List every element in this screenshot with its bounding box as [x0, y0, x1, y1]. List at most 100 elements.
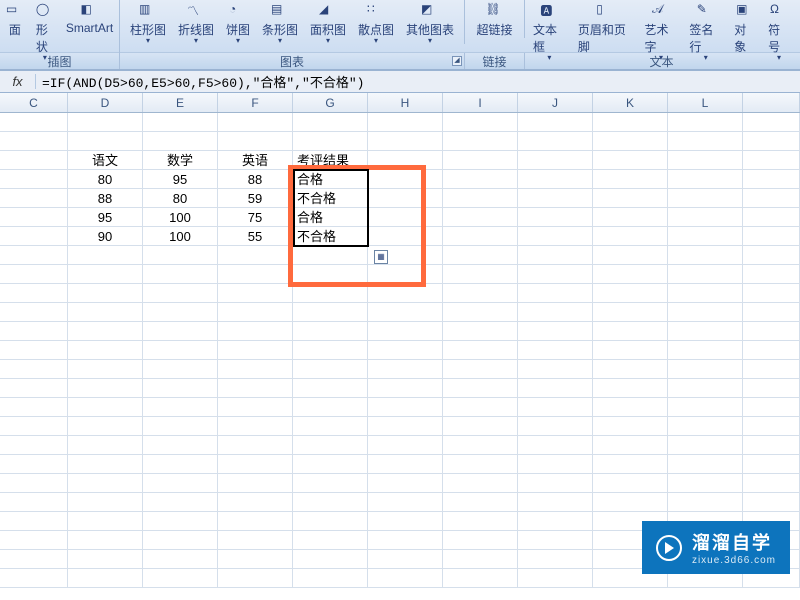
cell[interactable] — [0, 512, 68, 530]
cell[interactable] — [443, 379, 518, 397]
ribbon-btn-pane[interactable]: ▭面 — [0, 0, 30, 61]
cell[interactable] — [593, 493, 668, 511]
cell[interactable] — [593, 113, 668, 131]
cell[interactable]: 75 — [218, 208, 293, 226]
cell[interactable] — [0, 189, 68, 207]
cell[interactable] — [368, 132, 443, 150]
cell[interactable] — [518, 265, 593, 283]
table-row[interactable] — [0, 474, 800, 493]
cell[interactable] — [293, 455, 368, 473]
cell[interactable] — [593, 474, 668, 492]
cell[interactable] — [293, 512, 368, 530]
col-header[interactable]: E — [143, 93, 218, 112]
table-row[interactable]: 9010055不合格 — [0, 227, 800, 246]
cell[interactable]: 合格 — [293, 170, 368, 188]
cell[interactable] — [443, 227, 518, 245]
table-row[interactable]: 888059不合格 — [0, 189, 800, 208]
table-row[interactable] — [0, 436, 800, 455]
cell[interactable] — [143, 569, 218, 587]
cell[interactable] — [68, 417, 143, 435]
cell[interactable] — [668, 132, 743, 150]
cell[interactable] — [218, 569, 293, 587]
cell[interactable] — [668, 398, 743, 416]
cell[interactable] — [593, 322, 668, 340]
cell[interactable] — [443, 322, 518, 340]
cell[interactable] — [293, 341, 368, 359]
cell[interactable] — [668, 151, 743, 169]
cell[interactable] — [368, 113, 443, 131]
cell[interactable]: 90 — [68, 227, 143, 245]
cell[interactable] — [68, 379, 143, 397]
cell[interactable] — [518, 569, 593, 587]
ribbon-btn-other-chart[interactable]: ◩其他图表▾ — [400, 0, 460, 44]
ribbon-btn-bar-chart[interactable]: ▤条形图▾ — [256, 0, 304, 44]
table-row[interactable] — [0, 493, 800, 512]
cell[interactable] — [68, 303, 143, 321]
cell[interactable] — [593, 246, 668, 264]
cell[interactable] — [68, 550, 143, 568]
cell[interactable] — [368, 531, 443, 549]
cell[interactable] — [68, 132, 143, 150]
cell[interactable] — [0, 151, 68, 169]
cell[interactable] — [443, 265, 518, 283]
cell[interactable] — [143, 493, 218, 511]
cell[interactable] — [368, 303, 443, 321]
cell[interactable] — [743, 360, 800, 378]
cell[interactable] — [0, 170, 68, 188]
cell[interactable] — [518, 208, 593, 226]
cell[interactable] — [0, 246, 68, 264]
cell[interactable] — [368, 474, 443, 492]
ribbon-btn-symbol[interactable]: Ω符号▾ — [762, 0, 796, 61]
cell[interactable] — [143, 360, 218, 378]
cell[interactable] — [668, 113, 743, 131]
cell[interactable] — [368, 569, 443, 587]
cell[interactable] — [143, 455, 218, 473]
cell[interactable] — [0, 360, 68, 378]
cell[interactable] — [443, 360, 518, 378]
table-row[interactable] — [0, 113, 800, 132]
cell[interactable] — [68, 265, 143, 283]
cell[interactable] — [293, 474, 368, 492]
cell[interactable]: 59 — [218, 189, 293, 207]
cell[interactable]: 88 — [68, 189, 143, 207]
cell[interactable] — [668, 284, 743, 302]
cell[interactable] — [593, 170, 668, 188]
cell[interactable] — [293, 379, 368, 397]
cell[interactable] — [218, 322, 293, 340]
cell[interactable] — [668, 455, 743, 473]
cell[interactable] — [593, 360, 668, 378]
cell[interactable] — [593, 189, 668, 207]
cell[interactable]: 考评结果 — [293, 151, 368, 169]
cell[interactable] — [0, 303, 68, 321]
cell[interactable]: 合格 — [293, 208, 368, 226]
cell[interactable] — [143, 436, 218, 454]
cell[interactable] — [368, 227, 443, 245]
cell[interactable] — [143, 379, 218, 397]
cell[interactable] — [443, 417, 518, 435]
cell[interactable] — [518, 417, 593, 435]
cell[interactable] — [668, 303, 743, 321]
cell[interactable]: 100 — [143, 208, 218, 226]
cell[interactable] — [443, 151, 518, 169]
cell[interactable] — [143, 246, 218, 264]
cell[interactable] — [293, 322, 368, 340]
table-row[interactable] — [0, 398, 800, 417]
cell[interactable] — [443, 569, 518, 587]
cell[interactable] — [0, 398, 68, 416]
table-row[interactable]: 9510075合格 — [0, 208, 800, 227]
cell[interactable] — [368, 417, 443, 435]
cell[interactable] — [368, 493, 443, 511]
cell[interactable] — [68, 322, 143, 340]
cell[interactable] — [443, 189, 518, 207]
cell[interactable] — [68, 113, 143, 131]
cell[interactable] — [518, 436, 593, 454]
cell[interactable] — [518, 455, 593, 473]
col-header[interactable]: H — [368, 93, 443, 112]
cell[interactable] — [743, 170, 800, 188]
cell[interactable] — [518, 322, 593, 340]
cell[interactable]: 80 — [143, 189, 218, 207]
cell[interactable] — [143, 322, 218, 340]
cell[interactable]: 不合格 — [293, 189, 368, 207]
col-header[interactable]: F — [218, 93, 293, 112]
cell[interactable] — [668, 417, 743, 435]
